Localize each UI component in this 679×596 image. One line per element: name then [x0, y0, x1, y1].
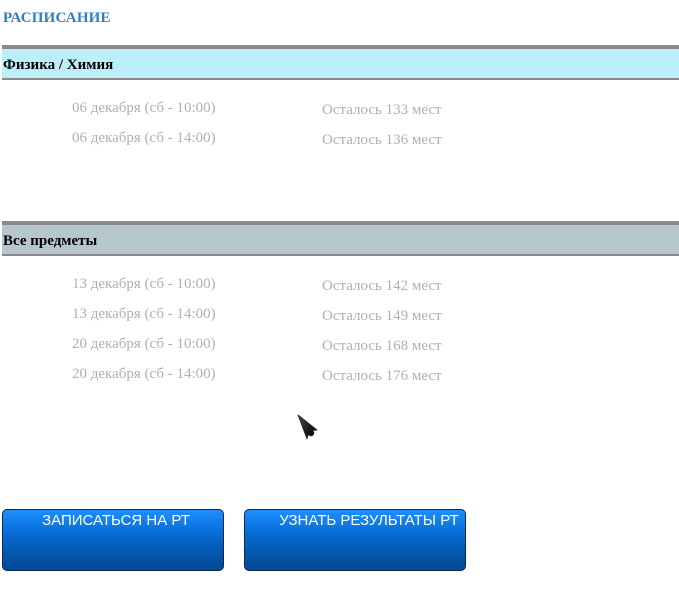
- slot-date: 20 декабря (сб - 10:00): [72, 336, 216, 352]
- section-title: Все предметы: [3, 233, 98, 249]
- register-button[interactable]: ЗАПИСАТЬСЯ НА РТ: [2, 509, 224, 571]
- section-header-physics-chemistry: Физика / Химия: [2, 45, 679, 80]
- page-title: РАСПИСАНИЕ: [3, 10, 111, 26]
- schedule-slot[interactable]: 13 декабря (сб - 14:00) Осталось 149 мес…: [0, 306, 679, 326]
- section-header-all-subjects: Все предметы: [2, 221, 679, 256]
- slot-seats: Осталось 136 мест: [322, 132, 442, 148]
- mouse-pointer-icon: [296, 413, 320, 441]
- schedule-slot[interactable]: 13 декабря (сб - 10:00) Осталось 142 мес…: [0, 276, 679, 296]
- slot-date: 13 декабря (сб - 14:00): [72, 306, 216, 322]
- slot-seats: Осталось 133 мест: [322, 102, 442, 118]
- slot-seats: Осталось 149 мест: [322, 308, 442, 324]
- results-button[interactable]: УЗНАТЬ РЕЗУЛЬТАТЫ РТ: [244, 509, 466, 571]
- section-title: Физика / Химия: [3, 57, 114, 73]
- slot-seats: Осталось 168 мест: [322, 338, 442, 354]
- schedule-slot[interactable]: 06 декабря (сб - 10:00) Осталось 133 мес…: [0, 100, 679, 120]
- schedule-slot[interactable]: 06 декабря (сб - 14:00) Осталось 136 мес…: [0, 130, 679, 150]
- results-button-label: УЗНАТЬ РЕЗУЛЬТАТЫ РТ: [279, 512, 459, 529]
- slot-seats: Осталось 176 мест: [322, 368, 442, 384]
- slot-date: 06 декабря (сб - 14:00): [72, 130, 216, 146]
- schedule-slot[interactable]: 20 декабря (сб - 14:00) Осталось 176 мес…: [0, 366, 679, 386]
- slot-seats: Осталось 142 мест: [322, 278, 442, 294]
- register-button-label: ЗАПИСАТЬСЯ НА РТ: [42, 512, 190, 529]
- slot-date: 20 декабря (сб - 14:00): [72, 366, 216, 382]
- slot-date: 13 декабря (сб - 10:00): [72, 276, 216, 292]
- schedule-slot[interactable]: 20 декабря (сб - 10:00) Осталось 168 мес…: [0, 336, 679, 356]
- slot-date: 06 декабря (сб - 10:00): [72, 100, 216, 116]
